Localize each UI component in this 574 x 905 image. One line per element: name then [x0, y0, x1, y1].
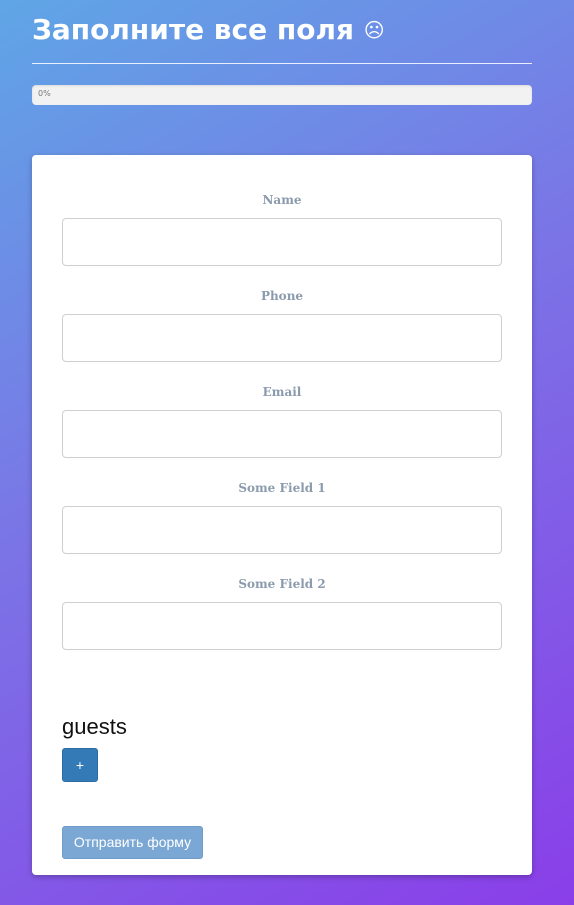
some-field-2-input[interactable]: [62, 602, 502, 650]
some-field-1-label: Some Field 1: [238, 481, 326, 495]
email-label: Email: [262, 385, 302, 399]
form-card: Name Phone Email Some Field 1 Some Field…: [32, 155, 532, 875]
some-field-2-label: Some Field 2: [238, 577, 326, 591]
guests-heading: guests: [62, 714, 127, 739]
sad-face-icon: ☹: [363, 18, 385, 42]
page-title: Заполните все поля ☹: [32, 10, 385, 50]
name-label: Name: [262, 193, 302, 207]
page-title-text: Заполните все поля: [32, 13, 354, 46]
some-field-1-input[interactable]: [62, 506, 502, 554]
add-guest-button[interactable]: +: [62, 748, 98, 782]
progress-bar: 0%: [32, 85, 532, 105]
name-input[interactable]: [62, 218, 502, 266]
progress-label: 0%: [38, 89, 51, 98]
email-input[interactable]: [62, 410, 502, 458]
phone-label: Phone: [260, 289, 304, 303]
submit-form-button[interactable]: Отправить форму: [62, 826, 203, 859]
phone-input[interactable]: [62, 314, 502, 362]
header-divider: [32, 63, 532, 64]
